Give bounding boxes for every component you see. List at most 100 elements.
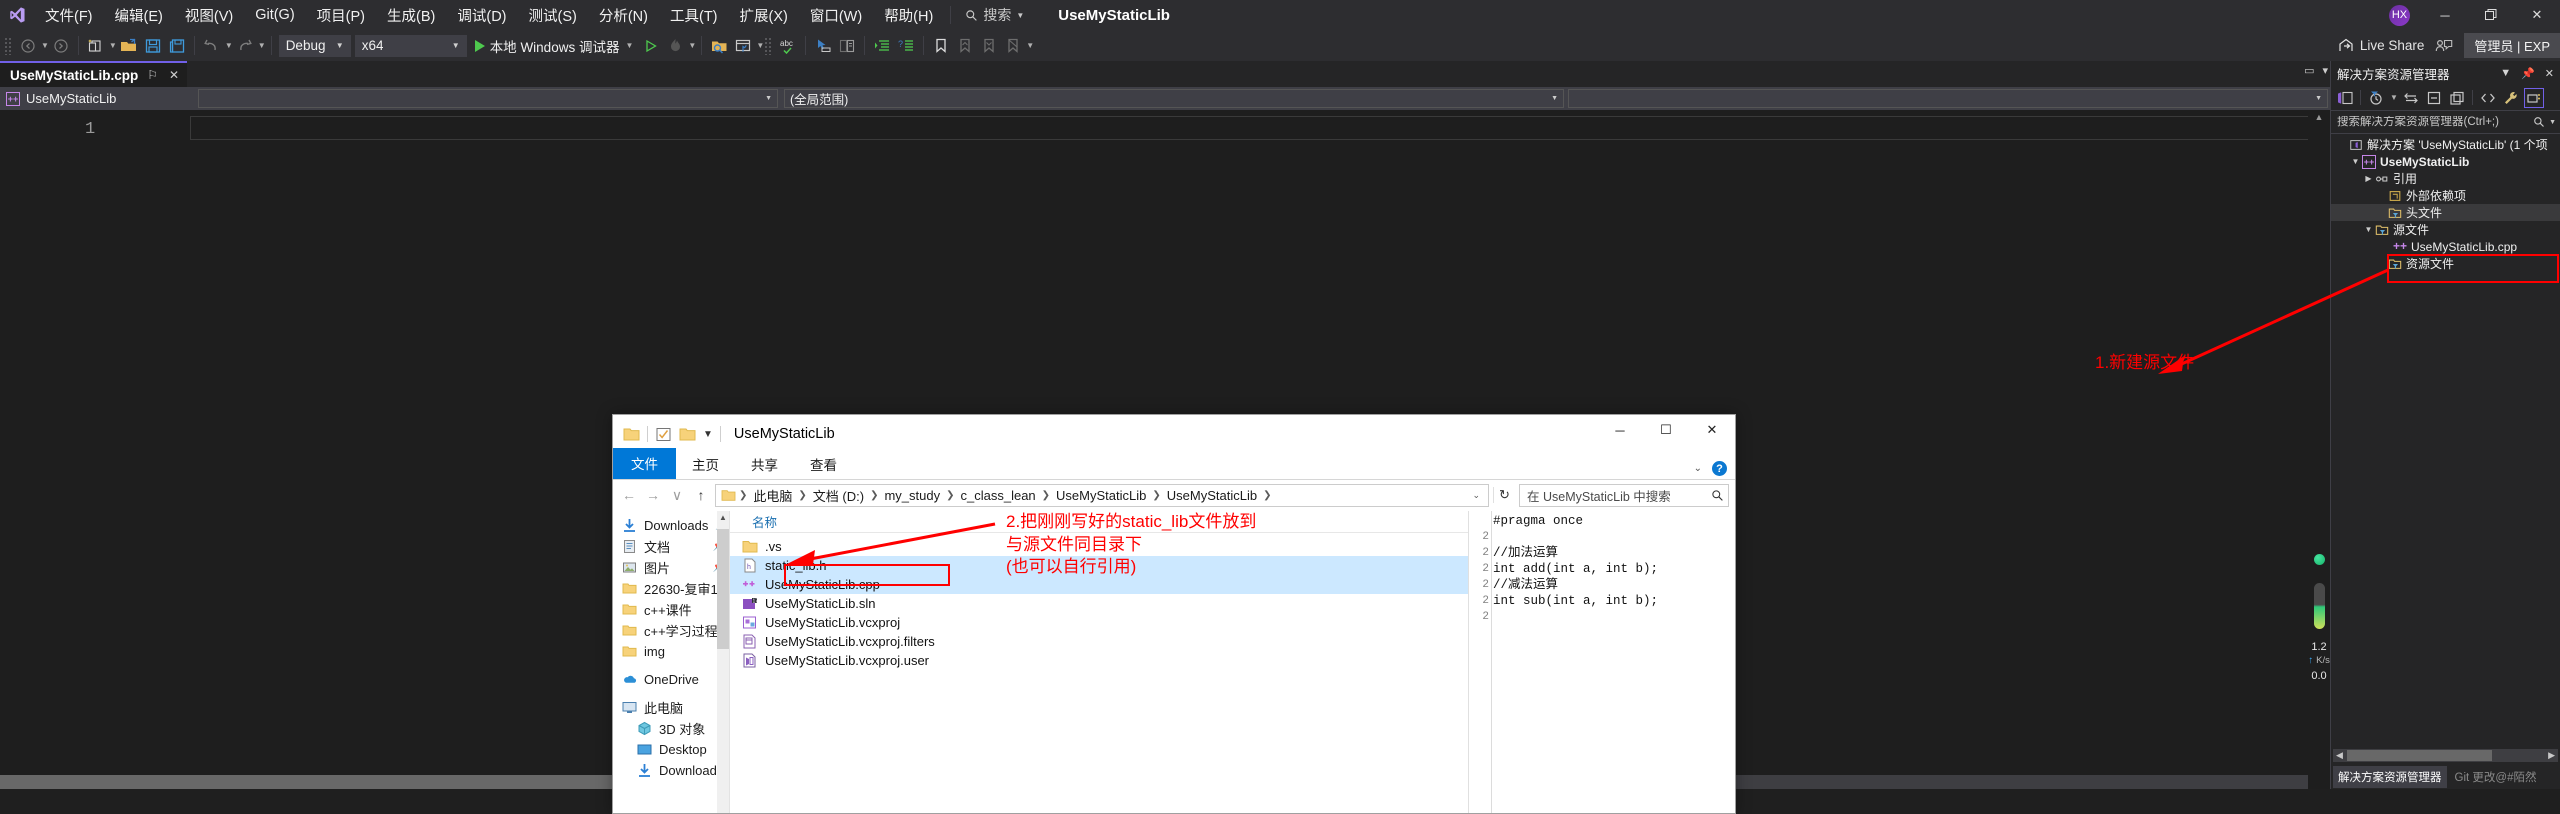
solution-explorer-search[interactable]: ▼	[2331, 111, 2560, 134]
clear-bookmarks-button[interactable]	[1001, 34, 1025, 58]
exp-admin-badge[interactable]: 管理员 | EXP	[2464, 33, 2560, 58]
avatar[interactable]: HX	[2389, 4, 2410, 26]
chevron-down-icon[interactable]: ▾	[2322, 64, 2328, 77]
scroll-up-icon[interactable]: ▲	[717, 513, 729, 522]
menu-item-file[interactable]: 文件(F)	[34, 0, 104, 30]
nav-item-folder-22630[interactable]: 22630-复审1次-	[613, 578, 729, 599]
hot-reload-dropdown-icon[interactable]: ▼	[688, 41, 696, 50]
solution-configuration-select[interactable]: Debug ▼	[278, 34, 351, 57]
address-dropdown-icon[interactable]: ⌄	[1466, 490, 1486, 501]
menu-item-git[interactable]: Git(G)	[244, 0, 305, 30]
tab-git-changes[interactable]: Git 更改@#陌然	[2455, 769, 2537, 785]
redo-dropdown-icon[interactable]: ▼	[258, 41, 266, 50]
breadcrumb-item[interactable]: 文档 (D:)	[810, 486, 867, 505]
nav-item-onedrive[interactable]: OneDrive	[613, 669, 729, 690]
comment-button[interactable]: ?	[894, 34, 918, 58]
menu-item-test[interactable]: 测试(S)	[518, 0, 588, 30]
scroll-up-icon[interactable]: ▲	[2308, 112, 2330, 122]
column-header-name[interactable]: 名称	[730, 512, 777, 531]
tree-node-external-dependencies[interactable]: 外部依赖项	[2331, 187, 2560, 204]
tree-twisty[interactable]: ▼	[2362, 225, 2375, 234]
file-explorer-search[interactable]: 在 UseMyStaticLib 中搜索	[1519, 483, 1729, 507]
menu-item-tools[interactable]: 工具(T)	[659, 0, 729, 30]
increase-indent-button[interactable]	[870, 34, 894, 58]
tree-node-header-files[interactable]: 头文件	[2331, 204, 2560, 221]
restore-button[interactable]	[2468, 0, 2514, 30]
menu-item-analyze[interactable]: 分析(N)	[588, 0, 659, 30]
breadcrumb-item[interactable]: UseMyStaticLib	[1053, 488, 1149, 503]
properties-check-icon[interactable]	[655, 427, 672, 442]
solution-platform-select[interactable]: x64 ▼	[354, 34, 467, 57]
filter-dropdown-icon[interactable]: ▼	[2390, 93, 2398, 102]
nav-item-documents[interactable]: 文档 📌	[613, 536, 729, 557]
tree-node-project[interactable]: ▼ ++ UseMyStaticLib	[2331, 153, 2560, 170]
spellcheck-button[interactable]: abc	[776, 34, 800, 58]
new-project-dropdown-icon[interactable]: ▼	[109, 41, 117, 50]
ribbon-tab-home[interactable]: 主页	[676, 450, 735, 479]
close-button[interactable]: ✕	[2514, 0, 2560, 30]
navbar-extra-select[interactable]: ▼	[1568, 89, 2328, 108]
nav-pane-scrollbar[interactable]: ▲	[717, 511, 729, 813]
breadcrumb-item[interactable]: c_class_lean	[958, 488, 1039, 503]
redo-button[interactable]	[233, 34, 257, 58]
global-search-box[interactable]: 搜索 ▼	[957, 2, 1032, 28]
chevron-down-icon[interactable]: ⌄	[1694, 463, 1702, 474]
breadcrumb-item[interactable]: 此电脑	[750, 486, 795, 505]
solution-explorer-search-input[interactable]	[2337, 116, 2530, 128]
tab-solution-explorer[interactable]: 解决方案资源管理器	[2333, 766, 2447, 788]
navbar-scope-select[interactable]: ▼	[198, 89, 778, 108]
fx-maximize-button[interactable]: ☐	[1643, 415, 1689, 445]
folder-icon[interactable]	[623, 427, 640, 442]
undo-button[interactable]	[200, 34, 224, 58]
pin-icon[interactable]: 📌	[2519, 67, 2537, 80]
menu-item-edit[interactable]: 编辑(E)	[104, 0, 174, 30]
editor-tab-usemystaticlib-cpp[interactable]: UseMyStaticLib.cpp ⚐ ✕	[0, 61, 188, 87]
nav-item-3d-objects[interactable]: 3D 对象	[613, 718, 729, 739]
close-tab-icon[interactable]: ✕	[167, 68, 181, 82]
nav-item-downloads[interactable]: Downloads 📌	[613, 515, 729, 536]
compare-button[interactable]	[835, 34, 859, 58]
live-share-button[interactable]: Live Share	[2330, 34, 2433, 58]
close-icon[interactable]: ✕	[2543, 67, 2556, 80]
intellicode-button[interactable]	[811, 34, 835, 58]
back-dropdown-icon[interactable]: ▼	[41, 41, 49, 50]
menu-item-project[interactable]: 项目(P)	[306, 0, 376, 30]
nav-item-folder-cpp-notes[interactable]: c++学习过程记	[613, 620, 729, 641]
navbar-member-select[interactable]: (全局范围) ▼	[784, 89, 1564, 108]
ribbon-tab-view[interactable]: 查看	[794, 450, 853, 479]
ribbon-tab-share[interactable]: 共享	[735, 450, 794, 479]
view-code-button[interactable]	[2478, 88, 2498, 108]
nav-item-folder-cpp-courseware[interactable]: c++课件	[613, 599, 729, 620]
chevron-down-icon[interactable]: ▼	[2549, 119, 2556, 126]
navigate-forward-button[interactable]	[49, 34, 73, 58]
properties-dropdown-icon[interactable]: ▼	[756, 41, 764, 50]
up-button[interactable]: ↑	[691, 487, 711, 503]
next-bookmark-button[interactable]	[977, 34, 1001, 58]
breadcrumb-item[interactable]: my_study	[881, 488, 943, 503]
nav-item-pictures[interactable]: 图片 📌	[613, 557, 729, 578]
fx-close-button[interactable]: ✕	[1689, 415, 1735, 445]
tree-node-usemystaticlib-cpp[interactable]: ++ UseMyStaticLib.cpp	[2331, 238, 2560, 255]
menu-item-window[interactable]: 窗口(W)	[799, 0, 873, 30]
bookmark-overflow-icon[interactable]: ▼	[1026, 41, 1034, 50]
split-view-icon[interactable]: ▭	[2304, 64, 2314, 77]
start-debug-button[interactable]: 本地 Windows 调试器 ▼	[469, 34, 640, 58]
tree-twisty[interactable]: ▼	[2349, 157, 2362, 166]
address-breadcrumb-bar[interactable]: ❯ 此电脑 ❯ 文档 (D:) ❯ my_study ❯ c_class_lea…	[715, 483, 1489, 507]
navbar-project[interactable]: ++ UseMyStaticLib	[0, 91, 116, 106]
tree-node-source-files[interactable]: ▼ 源文件	[2331, 221, 2560, 238]
help-icon[interactable]: ?	[1712, 461, 1727, 476]
tree-twisty[interactable]: ▶	[2362, 174, 2375, 183]
hscroll-thumb[interactable]	[2347, 750, 2492, 761]
menu-item-help[interactable]: 帮助(H)	[873, 0, 944, 30]
chevron-down-icon[interactable]: ▼	[625, 41, 633, 50]
tree-node-resource-files[interactable]: 资源文件	[2331, 255, 2560, 272]
nav-item-downloads-2[interactable]: Downloads	[613, 760, 729, 781]
new-project-button[interactable]	[84, 34, 108, 58]
nav-item-this-pc[interactable]: 此电脑	[613, 697, 729, 718]
menu-item-extensions[interactable]: 扩展(X)	[729, 0, 799, 30]
chevron-down-icon[interactable]: ▼	[2498, 67, 2513, 79]
undo-dropdown-icon[interactable]: ▼	[225, 41, 233, 50]
properties-button[interactable]	[2501, 88, 2521, 108]
forward-button[interactable]: →	[643, 487, 663, 503]
